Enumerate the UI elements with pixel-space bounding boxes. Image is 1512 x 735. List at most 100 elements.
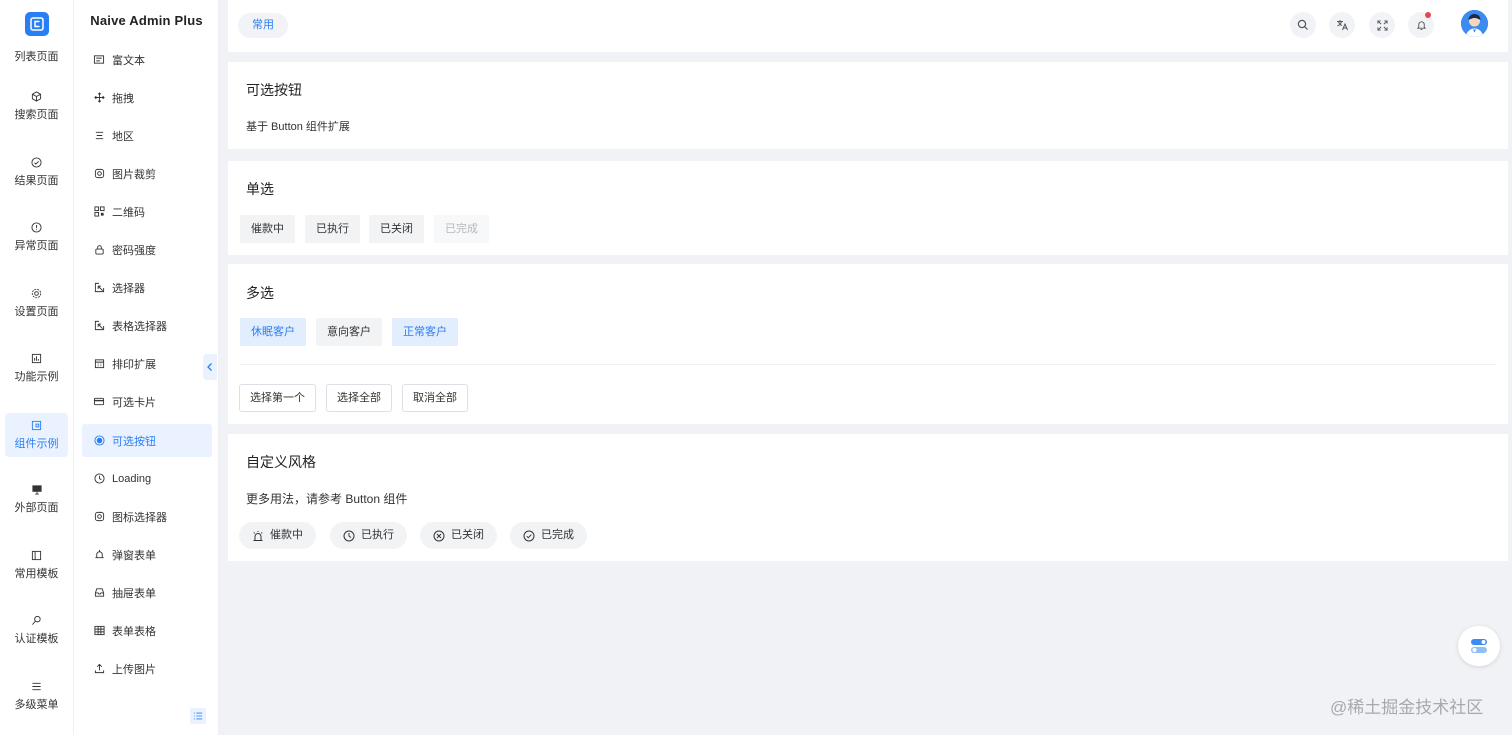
rail-item-label: 功能示例 xyxy=(14,371,59,383)
rail-item-label: 设置页面 xyxy=(14,306,59,318)
card-icon xyxy=(93,396,105,408)
section-title: 单选 xyxy=(246,181,274,197)
check-circle-icon xyxy=(523,530,535,542)
rail-item-label: 异常页面 xyxy=(14,240,59,252)
collapse-sidebar-button[interactable] xyxy=(203,354,217,380)
option-button-completed-disabled: 已完成 xyxy=(434,215,489,243)
chart-icon xyxy=(31,352,43,364)
select-all-button[interactable]: 选择全部 xyxy=(326,384,392,412)
submenu-item-password[interactable]: 密码强度 xyxy=(82,233,212,266)
grid-icon xyxy=(93,625,105,637)
tab-common[interactable]: 常用 xyxy=(238,13,288,38)
theme-settings-button[interactable] xyxy=(1458,626,1500,666)
rail-item-label: 多级菜单 xyxy=(14,699,59,711)
close-circle-icon xyxy=(433,530,445,542)
search-icon xyxy=(1297,19,1308,30)
submenu-item-modal-form[interactable]: 弹窗表单 xyxy=(82,538,212,571)
template-icon xyxy=(31,549,43,561)
submenu-item-label: 选择器 xyxy=(112,282,145,295)
submenu-item-label: 二维码 xyxy=(112,206,145,219)
submenu-item-label: 上传图片 xyxy=(112,663,156,676)
option-button-closed[interactable]: 已关闭 xyxy=(369,215,424,243)
option-button-urging[interactable]: 催款中 xyxy=(240,215,295,243)
pill-button-executed[interactable]: 已执行 xyxy=(330,522,407,549)
avatar-icon xyxy=(1461,10,1488,37)
option-button-dormant-customer[interactable]: 休眠客户 xyxy=(240,318,306,346)
submenu-item-rich-text[interactable]: 富文本 xyxy=(82,43,212,76)
pill-button-completed[interactable]: 已完成 xyxy=(510,522,587,549)
multi-select-card: 多选 休眠客户 意向客户 正常客户 选择第一个 选择全部 取消全部 xyxy=(228,264,1508,424)
pill-button-closed[interactable]: 已关闭 xyxy=(420,522,497,549)
radio-icon xyxy=(93,435,105,447)
submenu-item-label: 排印扩展 xyxy=(112,358,156,371)
single-select-card: 单选 催款中 已执行 已关闭 已完成 xyxy=(228,161,1508,255)
submenu-item-label: Loading xyxy=(112,472,152,485)
rail-item-templates[interactable]: 常用模板 xyxy=(5,543,68,587)
table-selector-icon xyxy=(93,320,105,332)
menu-fold-icon[interactable] xyxy=(190,708,206,724)
rich-text-icon xyxy=(93,54,105,66)
rail-item-label: 常用模板 xyxy=(14,568,59,580)
option-button-normal-customer[interactable]: 正常客户 xyxy=(392,318,458,346)
submenu-item-drawer-form[interactable]: 抽屉表单 xyxy=(82,576,212,609)
deselect-all-button[interactable]: 取消全部 xyxy=(402,384,468,412)
rail-item-exception[interactable]: 异常页面 xyxy=(5,215,68,259)
instagram-icon xyxy=(93,511,105,523)
submenu-item-label: 图标选择器 xyxy=(112,511,167,524)
rail-item-list[interactable]: 列表页面 xyxy=(5,32,68,76)
submenu-item-selectable-button[interactable]: 可选按钮 xyxy=(82,424,212,457)
pill-label: 已完成 xyxy=(541,529,574,541)
language-button[interactable] xyxy=(1329,12,1355,38)
submenu-item-typography[interactable]: 排印扩展 xyxy=(82,347,212,380)
pill-button-urging[interactable]: 催款中 xyxy=(239,522,316,549)
submenu-item-label: 地区 xyxy=(112,130,134,143)
bell-icon xyxy=(1416,21,1426,30)
submenu-item-region[interactable]: 地区 xyxy=(82,119,212,152)
divider xyxy=(239,364,1497,365)
pill-label: 已执行 xyxy=(361,529,394,541)
rail-item-label: 外部页面 xyxy=(14,502,59,514)
submenu-item-upload-image[interactable]: 上传图片 xyxy=(82,652,212,685)
monitor-icon xyxy=(31,483,43,495)
user-avatar[interactable] xyxy=(1461,10,1488,37)
fullscreen-button[interactable] xyxy=(1369,12,1395,38)
upload-icon xyxy=(93,663,105,675)
rail-item-auth[interactable]: 认证模板 xyxy=(5,608,68,652)
submenu-item-label: 密码强度 xyxy=(112,244,156,257)
rail-item-external[interactable]: 外部页面 xyxy=(5,477,68,521)
submenu-item-loading[interactable]: Loading xyxy=(82,462,212,495)
submenu-item-icon-selector[interactable]: 图标选择器 xyxy=(82,500,212,533)
pill-label: 已关闭 xyxy=(451,529,484,541)
clock-icon xyxy=(93,473,105,485)
chevron-left-icon xyxy=(207,363,212,371)
submenu-item-crop[interactable]: 图片裁剪 xyxy=(82,157,212,190)
section-title: 自定义风格 xyxy=(246,454,316,470)
submenu-item-label: 表单表格 xyxy=(112,625,156,638)
drag-icon xyxy=(93,92,105,104)
rail-item-result[interactable]: 结果页面 xyxy=(5,150,68,194)
submenu-item-qrcode[interactable]: 二维码 xyxy=(82,195,212,228)
option-button-intended-customer[interactable]: 意向客户 xyxy=(316,318,382,346)
selector-icon xyxy=(93,282,105,294)
rail-item-features[interactable]: 功能示例 xyxy=(5,346,68,390)
rail-item-components[interactable]: 组件示例 xyxy=(5,413,68,457)
submenu-item-label: 弹窗表单 xyxy=(112,549,156,562)
submenu-item-form-table[interactable]: 表单表格 xyxy=(82,614,212,647)
submenu-item-selectable-card[interactable]: 可选卡片 xyxy=(82,385,212,418)
search-button[interactable] xyxy=(1290,12,1316,38)
submenu-item-label: 表格选择器 xyxy=(112,320,167,333)
submenu-item-selector[interactable]: 选择器 xyxy=(82,271,212,304)
submenu-item-table-selector[interactable]: 表格选择器 xyxy=(82,309,212,342)
rail-item-label: 搜索页面 xyxy=(14,109,59,121)
select-first-button[interactable]: 选择第一个 xyxy=(239,384,316,412)
submenu-item-drag[interactable]: 拖拽 xyxy=(82,81,212,114)
notifications-button[interactable] xyxy=(1408,12,1434,38)
rail-item-search[interactable]: 搜索页面 xyxy=(5,84,68,128)
section-description: 更多用法，请参考 Button 组件 xyxy=(246,492,408,506)
rail-item-multilevel[interactable]: 多级菜单 xyxy=(5,674,68,718)
rail-item-settings[interactable]: 设置页面 xyxy=(5,281,68,325)
option-button-executed[interactable]: 已执行 xyxy=(305,215,360,243)
cube-icon xyxy=(31,90,43,102)
translate-icon xyxy=(1336,20,1348,31)
submenu-item-label: 富文本 xyxy=(112,54,145,67)
